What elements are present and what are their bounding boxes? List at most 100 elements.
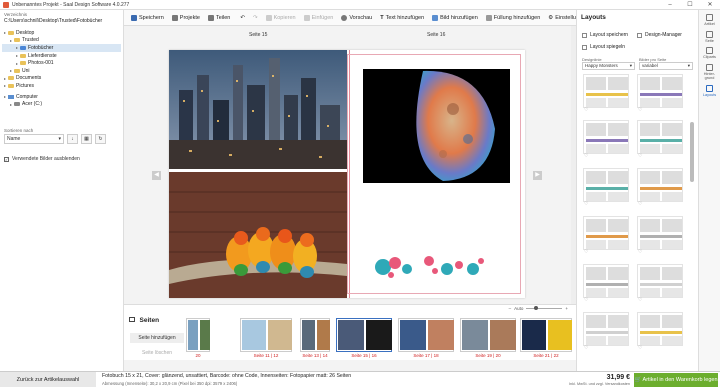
page-thumbnail[interactable]: Seite 15 | 16 [336,318,392,358]
background-icon [706,63,713,71]
page-thumbnail[interactable]: Seite 21 | 22 [520,318,572,358]
layout-option[interactable]: ♡ [637,216,683,255]
pages-title: Seiten [139,317,160,324]
page-thumbnail[interactable]: Seite 13 | 14 [300,318,330,358]
layout-option[interactable]: ♡ [583,74,629,113]
refresh-icon[interactable]: ↻ [95,134,106,144]
folder-icon [8,76,14,81]
heart-icon[interactable]: ♡ [584,107,588,113]
delete-page-button[interactable]: Seite löschen [130,348,184,358]
folder-tree-item[interactable]: ▸ Pictures [2,82,121,90]
zoom-slider[interactable] [526,306,563,310]
redo-button[interactable]: ↷ [250,11,261,25]
undo-button[interactable]: ↶ [237,11,248,25]
mirror-layout-button[interactable]: Layout spiegeln [582,44,625,50]
hide-used-label: Verwendete Bilder ausblenden [12,156,80,162]
folder-tree-item[interactable]: ▸ Uni [2,67,121,75]
heart-icon[interactable]: ♡ [584,153,588,159]
layouts-title: Layouts [581,14,606,21]
heart-icon[interactable]: ♡ [584,249,588,255]
save-layout-button[interactable]: Layout speichern [582,32,628,38]
preview-button[interactable]: Vorschau [338,11,375,25]
layout-option[interactable]: ♡ [583,312,629,351]
side-nav-item[interactable]: Layouts [699,84,720,98]
hide-used-row[interactable]: ✓ Verwendete Bilder ausblenden [4,156,80,162]
copy-button[interactable]: Kopieren [263,11,299,25]
projects-button[interactable]: Projekte [169,11,203,25]
folder-tree-item[interactable]: ▸ Desktop [2,29,121,37]
add-page-button[interactable]: Seite hinzufügen [130,333,184,343]
share-button[interactable]: Teilen [205,11,233,25]
folder-tree-item[interactable]: ▸ Acer (C:) [2,100,121,108]
paste-icon [303,14,310,21]
layout-option[interactable]: ♡ [637,168,683,207]
heart-icon[interactable]: ♡ [638,107,642,113]
images-per-page-select[interactable]: variabel [639,62,693,70]
page-thumbnail[interactable]: Seite 19 | 20 [460,318,516,358]
wrench-icon [706,14,713,21]
folder-tree-item[interactable]: ▸ Fotobücher [2,44,121,52]
layout-option[interactable]: ♡ [583,264,629,303]
zoom-out-icon[interactable]: – [509,306,512,311]
layouts-panel: Layouts Layout speichern Design-Manager … [576,10,698,371]
add-text-button[interactable]: T Text hinzufügen [377,11,427,25]
layout-option[interactable]: ♡ [583,216,629,255]
back-to-article-button[interactable]: Zurück zur Artikelauswahl [0,372,96,387]
side-nav-item[interactable]: Artikel [699,14,720,27]
minimize-icon[interactable]: – [660,0,680,10]
parrots-photo[interactable] [169,172,347,298]
heart-icon[interactable]: ♡ [638,297,642,303]
close-icon[interactable]: ✕ [700,0,720,10]
grid-view-icon[interactable]: ▦ [81,134,92,144]
layout-option[interactable]: ♡ [583,120,629,159]
heart-icon[interactable]: ♡ [638,249,642,255]
maximize-icon[interactable]: ☐ [680,0,700,10]
prev-page-arrow[interactable]: ◀ [152,171,161,180]
side-nav: Artikel Seite Cliparts Hinter-grund Layouts [698,10,720,371]
folder-icon [20,61,26,66]
page-thumbnail[interactable]: 20 [186,318,210,358]
next-page-arrow[interactable]: ▶ [533,171,542,180]
redo-icon: ↷ [252,14,258,21]
folder-tree-item[interactable]: ▸ Documents [2,75,121,83]
layout-option[interactable]: ♡ [637,120,683,159]
layout-option[interactable]: ♡ [637,74,683,113]
design-manager-button[interactable]: Design-Manager [637,32,682,38]
folder-tree-item[interactable]: ▸ Trusted [2,37,121,45]
sort-select[interactable]: Name [4,134,64,144]
folder-tree-item[interactable]: ▸ Photos-001 [2,59,121,67]
hide-used-checkbox[interactable]: ✓ [4,156,9,162]
heart-icon[interactable]: ♡ [584,201,588,207]
side-nav-item[interactable]: Seite [699,30,720,44]
layout-option[interactable]: ♡ [637,264,683,303]
heart-icon[interactable]: ♡ [638,345,642,351]
layout-option[interactable]: ♡ [583,168,629,207]
design-line-select[interactable]: Happy Monsters [582,62,635,70]
sort-direction-icon[interactable]: ↓ [67,134,78,144]
side-nav-item[interactable]: Hinter-grund [699,63,720,81]
heart-icon[interactable]: ♡ [584,345,588,351]
add-image-button[interactable]: Bild hinzufügen [429,11,481,25]
layouts-scrollbar[interactable] [690,122,694,182]
folder-tree-item[interactable]: ▸ Computer [2,93,121,101]
page-thumbnail-label: Seite 17 | 18 [413,353,439,358]
page-thumbnail[interactable]: Seite 17 | 18 [398,318,454,358]
folder-icon [8,30,14,35]
folder-tree-label: Trusted [22,37,39,44]
page-thumbnail[interactable]: Seite 11 | 12 [240,318,292,358]
folder-tree-label: Computer [16,93,38,100]
add-to-cart-button[interactable]: 🛒 Artikel in den Warenkorb legen [634,373,718,387]
paste-button[interactable]: Einfügen [301,11,337,25]
city-photo[interactable] [169,50,347,169]
zoom-in-icon[interactable]: + [565,306,568,311]
heart-icon[interactable]: ♡ [638,201,642,207]
directory-path[interactable]: C:\Users\schnil\Desktop\Trusted\Fotobüch… [0,17,123,27]
heart-icon[interactable]: ♡ [584,297,588,303]
save-button[interactable]: Speichern [128,11,167,25]
side-nav-label: Hinter-grund [703,71,716,81]
side-nav-item[interactable]: Cliparts [699,47,720,60]
folder-tree-item[interactable]: ▸ Lieferdienste [2,52,121,60]
add-fill-button[interactable]: Füllung hinzufügen [483,11,543,25]
heart-icon[interactable]: ♡ [638,153,642,159]
layout-option[interactable]: ♡ [637,312,683,351]
